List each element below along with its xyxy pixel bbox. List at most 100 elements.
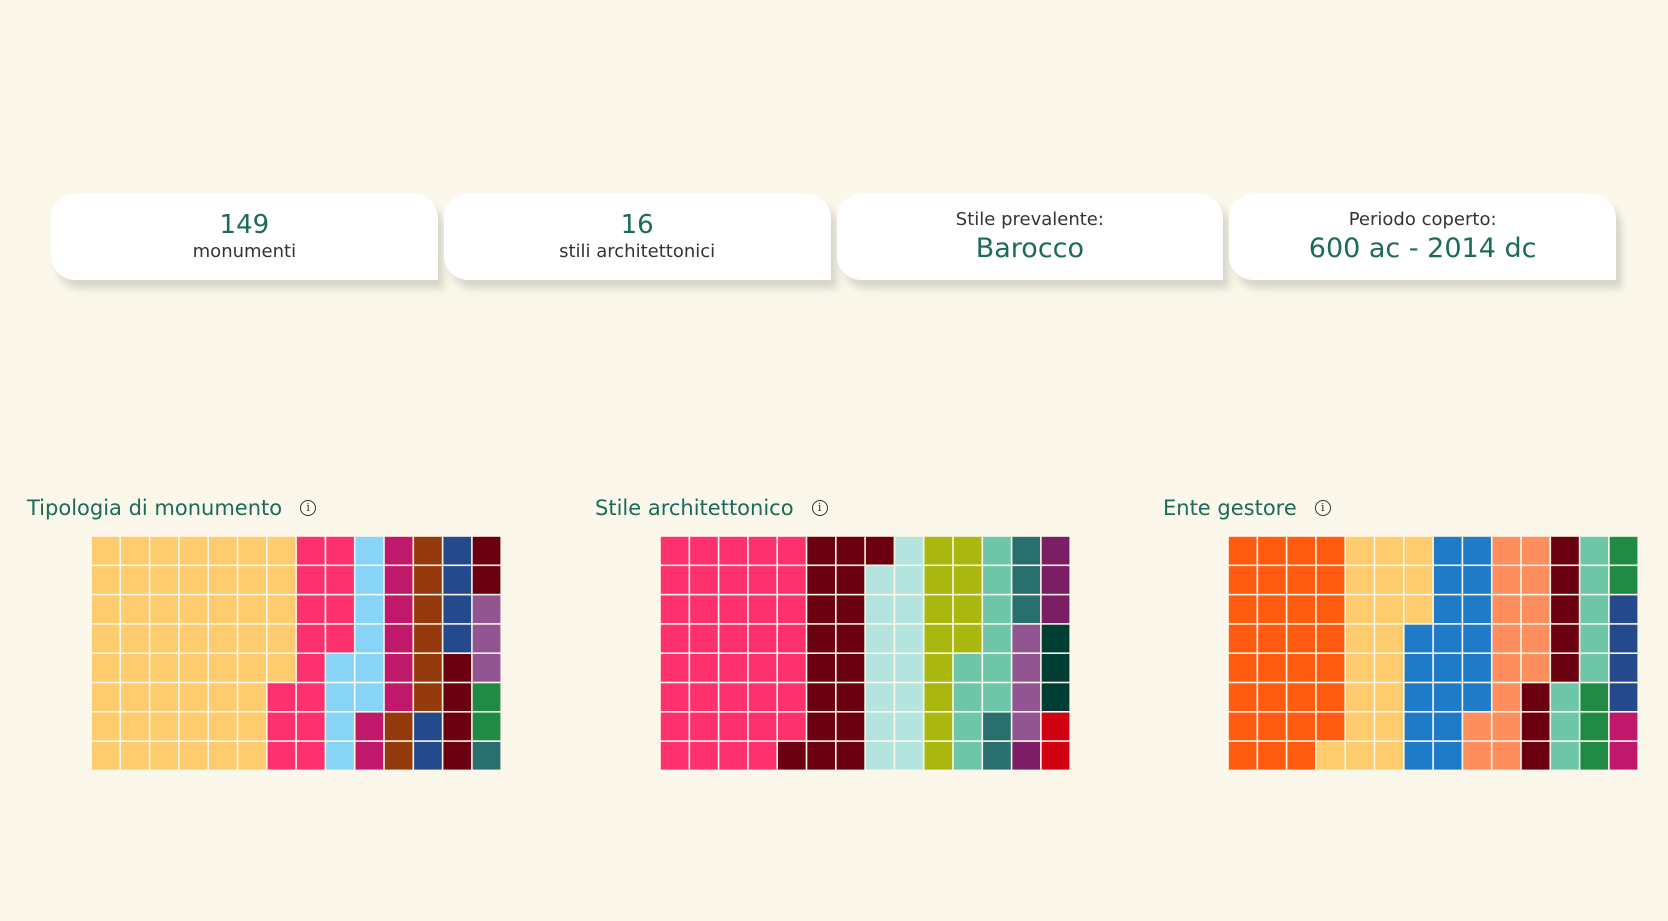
info-icon[interactable]: i	[811, 500, 828, 516]
waffle-cell-seg-7[interactable]	[1012, 741, 1041, 770]
waffle-cell-seg-0[interactable]	[91, 683, 120, 711]
waffle-cell-seg-5[interactable]	[1551, 683, 1579, 711]
waffle-cell-seg-0[interactable]	[1316, 712, 1345, 741]
waffle-cell-seg-0[interactable]	[238, 566, 266, 594]
waffle-cell-seg-0[interactable]	[179, 536, 208, 565]
waffle-cell-seg-0[interactable]	[267, 536, 296, 565]
waffle-cell-seg-6[interactable]	[1012, 683, 1041, 711]
waffle-cell-seg-4[interactable]	[414, 595, 442, 624]
waffle-cell-seg-5[interactable]	[1580, 536, 1609, 565]
waffle-cell-seg-5[interactable]	[414, 712, 442, 741]
waffle-cell-seg-1[interactable]	[296, 566, 325, 594]
waffle-cell-seg-4[interactable]	[414, 624, 442, 653]
waffle-cell-seg-0[interactable]	[238, 654, 266, 682]
waffle-cell-seg-6[interactable]	[1580, 712, 1609, 741]
waffle-cell-seg-2[interactable]	[895, 595, 923, 624]
waffle-cell-seg-3[interactable]	[384, 624, 413, 653]
waffle-cell-seg-0[interactable]	[91, 566, 120, 594]
waffle-cell-seg-0[interactable]	[1287, 536, 1316, 565]
waffle-cell-seg-0[interactable]	[748, 683, 777, 711]
waffle-cell-seg-0[interactable]	[267, 595, 296, 624]
waffle-cell-seg-3[interactable]	[1492, 595, 1521, 624]
waffle-cell-seg-4[interactable]	[1551, 566, 1579, 594]
waffle-cell-seg-3[interactable]	[1521, 624, 1550, 653]
waffle-cell-seg-0[interactable]	[1258, 712, 1286, 741]
waffle-cell-seg-0[interactable]	[660, 654, 689, 682]
waffle-cell-seg-1[interactable]	[1375, 654, 1403, 682]
waffle-cell-seg-3[interactable]	[1521, 566, 1550, 594]
waffle-cell-seg-3[interactable]	[924, 741, 953, 770]
waffle-cell-seg-5[interactable]	[443, 595, 472, 624]
waffle-cell-seg-0[interactable]	[690, 654, 718, 682]
waffle-cell-seg-6[interactable]	[1609, 536, 1638, 565]
waffle-cell-seg-0[interactable]	[1316, 595, 1345, 624]
waffle-cell-seg-1[interactable]	[1375, 536, 1403, 565]
waffle-cell-seg-0[interactable]	[1228, 683, 1257, 711]
waffle-cell-seg-3[interactable]	[355, 712, 384, 741]
waffle-cell-seg-0[interactable]	[238, 683, 266, 711]
waffle-cell-seg-3[interactable]	[953, 566, 982, 594]
waffle-cell-seg-1[interactable]	[1404, 566, 1433, 594]
waffle-cell-seg-0[interactable]	[121, 712, 149, 741]
waffle-cell-seg-5[interactable]	[1012, 566, 1041, 594]
waffle-cell-seg-2[interactable]	[865, 624, 894, 653]
waffle-cell-seg-5[interactable]	[1551, 712, 1579, 741]
waffle-cell-seg-5[interactable]	[1551, 741, 1579, 770]
waffle-cell-seg-0[interactable]	[1287, 595, 1316, 624]
waffle-cell-seg-0[interactable]	[778, 536, 806, 565]
waffle-cell-seg-0[interactable]	[748, 624, 777, 653]
waffle-cell-seg-2[interactable]	[326, 683, 354, 711]
waffle-cell-seg-3[interactable]	[924, 624, 953, 653]
waffle-cell-seg-1[interactable]	[296, 741, 325, 770]
waffle-cell-seg-9[interactable]	[1041, 712, 1070, 741]
waffle-cell-seg-0[interactable]	[179, 683, 208, 711]
waffle-cell-seg-1[interactable]	[267, 712, 296, 741]
waffle-cell-seg-3[interactable]	[384, 683, 413, 711]
waffle-cell-seg-0[interactable]	[209, 712, 237, 741]
waffle-cell-seg-0[interactable]	[660, 683, 689, 711]
waffle-cell-seg-2[interactable]	[355, 624, 384, 653]
waffle-cell-seg-7[interactable]	[1609, 595, 1638, 624]
waffle-cell-seg-0[interactable]	[1258, 566, 1286, 594]
waffle-cell-seg-2[interactable]	[865, 683, 894, 711]
waffle-cell-seg-0[interactable]	[121, 654, 149, 682]
waffle-cell-seg-4[interactable]	[414, 536, 442, 565]
waffle-cell-seg-1[interactable]	[807, 654, 835, 682]
waffle-cell-seg-1[interactable]	[296, 712, 325, 741]
waffle-cell-seg-0[interactable]	[748, 712, 777, 741]
waffle-cell-seg-3[interactable]	[384, 595, 413, 624]
waffle-cell-seg-3[interactable]	[1492, 624, 1521, 653]
waffle-cell-seg-3[interactable]	[924, 536, 953, 565]
waffle-cell-seg-0[interactable]	[150, 566, 179, 594]
waffle-cell-seg-0[interactable]	[238, 595, 266, 624]
waffle-cell-seg-3[interactable]	[384, 654, 413, 682]
waffle-cell-seg-1[interactable]	[296, 624, 325, 653]
waffle-cell-seg-7[interactable]	[472, 654, 501, 682]
waffle-cell-seg-1[interactable]	[296, 595, 325, 624]
waffle-cell-seg-0[interactable]	[238, 741, 266, 770]
waffle-cell-seg-6[interactable]	[443, 654, 472, 682]
waffle-cell-seg-5[interactable]	[443, 624, 472, 653]
waffle-cell-seg-4[interactable]	[1551, 624, 1579, 653]
waffle-cell-seg-7[interactable]	[1609, 624, 1638, 653]
waffle-cell-seg-0[interactable]	[179, 595, 208, 624]
waffle-cell-seg-1[interactable]	[836, 566, 865, 594]
waffle-cell-seg-0[interactable]	[91, 595, 120, 624]
waffle-cell-seg-0[interactable]	[719, 741, 748, 770]
waffle-cell-seg-0[interactable]	[209, 741, 237, 770]
waffle-cell-seg-1[interactable]	[807, 536, 835, 565]
waffle-cell-seg-8[interactable]	[1609, 712, 1638, 741]
waffle-cell-seg-9[interactable]	[472, 741, 501, 770]
waffle-cell-seg-0[interactable]	[1316, 654, 1345, 682]
waffle-cell-seg-5[interactable]	[983, 712, 1011, 741]
waffle-cell-seg-3[interactable]	[384, 566, 413, 594]
waffle-cell-seg-1[interactable]	[1346, 566, 1374, 594]
waffle-cell-seg-0[interactable]	[150, 536, 179, 565]
waffle-cell-seg-0[interactable]	[1258, 654, 1286, 682]
waffle-cell-seg-5[interactable]	[414, 741, 442, 770]
waffle-cell-seg-7[interactable]	[1041, 566, 1070, 594]
waffle-cell-seg-4[interactable]	[983, 683, 1011, 711]
waffle-cell-seg-0[interactable]	[179, 712, 208, 741]
waffle-cell-seg-1[interactable]	[807, 595, 835, 624]
waffle-cell-seg-2[interactable]	[355, 654, 384, 682]
